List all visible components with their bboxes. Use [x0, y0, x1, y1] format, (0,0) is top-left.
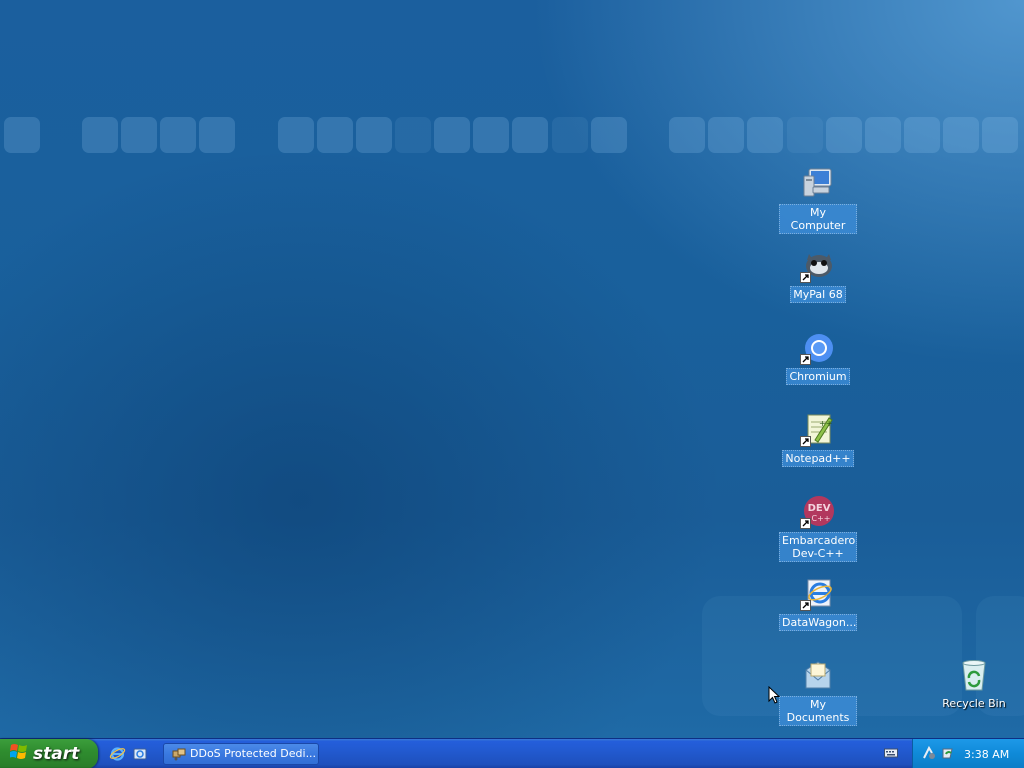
- internet-explorer-icon: [800, 575, 836, 611]
- shortcut-arrow-icon: [800, 600, 811, 611]
- start-label: start: [33, 743, 80, 764]
- desktop[interactable]: My Computer MyPal 68 Chromium ++ Notepad…: [0, 0, 1024, 738]
- desktop-icon-notepadpp[interactable]: ++ Notepad++: [779, 411, 857, 467]
- taskbar-button-label: DDoS Protected Dedi...: [190, 747, 317, 760]
- start-button[interactable]: start: [0, 738, 98, 768]
- network-app-icon: [172, 747, 186, 761]
- clock[interactable]: 3:38 AM: [964, 748, 1009, 761]
- wallpaper-tile: [317, 117, 353, 153]
- desktop-icon-label: DataWagon...: [779, 614, 857, 631]
- windows-logo-icon: [9, 743, 28, 765]
- show-desktop-icon[interactable]: [131, 745, 149, 763]
- desktop-icon-chromium[interactable]: Chromium: [779, 329, 857, 385]
- wallpaper-tile: [395, 117, 431, 153]
- mypal-browser-icon: [800, 247, 836, 283]
- desktop-icon-label: My Computer: [779, 204, 857, 234]
- desktop-icon-label: My Documents: [779, 696, 857, 726]
- desktop-icon-recycle-bin[interactable]: Recycle Bin: [935, 657, 1013, 711]
- desktop-icon-mypal[interactable]: MyPal 68: [779, 247, 857, 303]
- wallpaper-tile: [747, 117, 783, 153]
- taskbar: start DDoS Protected Dedi... 3:38 AM: [0, 738, 1024, 768]
- wallpaper-tile: [591, 117, 627, 153]
- documents-folder-icon: [800, 657, 836, 693]
- shortcut-arrow-icon: [800, 354, 811, 365]
- chromium-icon: [800, 329, 836, 365]
- wallpaper-tile: [199, 117, 235, 153]
- wallpaper-tile-row: [0, 117, 1024, 154]
- wallpaper-tile: [826, 117, 862, 153]
- computer-icon: [800, 165, 836, 201]
- svg-text:++: ++: [819, 419, 832, 428]
- shortcut-arrow-icon: [800, 272, 811, 283]
- recycle-bin-icon: [956, 657, 992, 693]
- mouse-pointer-icon: [768, 685, 781, 708]
- wallpaper-tile: [708, 117, 744, 153]
- wallpaper-tile: [278, 117, 314, 153]
- wallpaper-tile: [982, 117, 1018, 153]
- desktop-icon-label: MyPal 68: [790, 286, 846, 303]
- devcpp-icon: DEV C++: [800, 493, 836, 529]
- desktop-icon-label: Embarcadero Dev-C++: [779, 532, 857, 562]
- desktop-icon-label: Notepad++: [782, 450, 854, 467]
- desktop-icon-label: Recycle Bin: [942, 697, 1006, 710]
- notepadpp-icon: ++: [800, 411, 836, 447]
- update-icon[interactable]: [940, 745, 956, 764]
- desktop-icon-my-computer[interactable]: My Computer: [779, 165, 857, 234]
- wallpaper-tile: [552, 117, 588, 153]
- svg-text:DEV: DEV: [808, 503, 831, 514]
- wallpaper-tile: [943, 117, 979, 153]
- wallpaper-tile: [865, 117, 901, 153]
- quick-launch: [108, 745, 149, 763]
- internet-explorer-icon[interactable]: [108, 745, 126, 763]
- system-tray: 3:38 AM: [912, 739, 1024, 768]
- wallpaper-tile: [787, 117, 823, 153]
- wallpaper-tile: [669, 117, 705, 153]
- wallpaper-tile: [160, 117, 196, 153]
- desktop-icon-label: Chromium: [786, 368, 850, 385]
- shortcut-arrow-icon: [800, 436, 811, 447]
- network-icon[interactable]: [921, 745, 937, 764]
- wallpaper-tile: [356, 117, 392, 153]
- wallpaper-tile: [434, 117, 470, 153]
- wallpaper-tile: [4, 117, 40, 153]
- desktop-icon-datawagon[interactable]: DataWagon...: [779, 575, 857, 631]
- wallpaper-tile: [473, 117, 509, 153]
- svg-text:C++: C++: [812, 514, 831, 523]
- desktop-icon-my-documents[interactable]: My Documents: [779, 657, 857, 726]
- shortcut-arrow-icon: [800, 518, 811, 529]
- keyboard-language-icon[interactable]: [884, 747, 898, 762]
- wallpaper-tile: [512, 117, 548, 153]
- desktop-icon-devcpp[interactable]: DEV C++ Embarcadero Dev-C++: [779, 493, 857, 562]
- taskbar-button-ddos[interactable]: DDoS Protected Dedi...: [163, 742, 319, 765]
- wallpaper-tile: [121, 117, 157, 153]
- wallpaper-tile: [82, 117, 118, 153]
- wallpaper-tile: [904, 117, 940, 153]
